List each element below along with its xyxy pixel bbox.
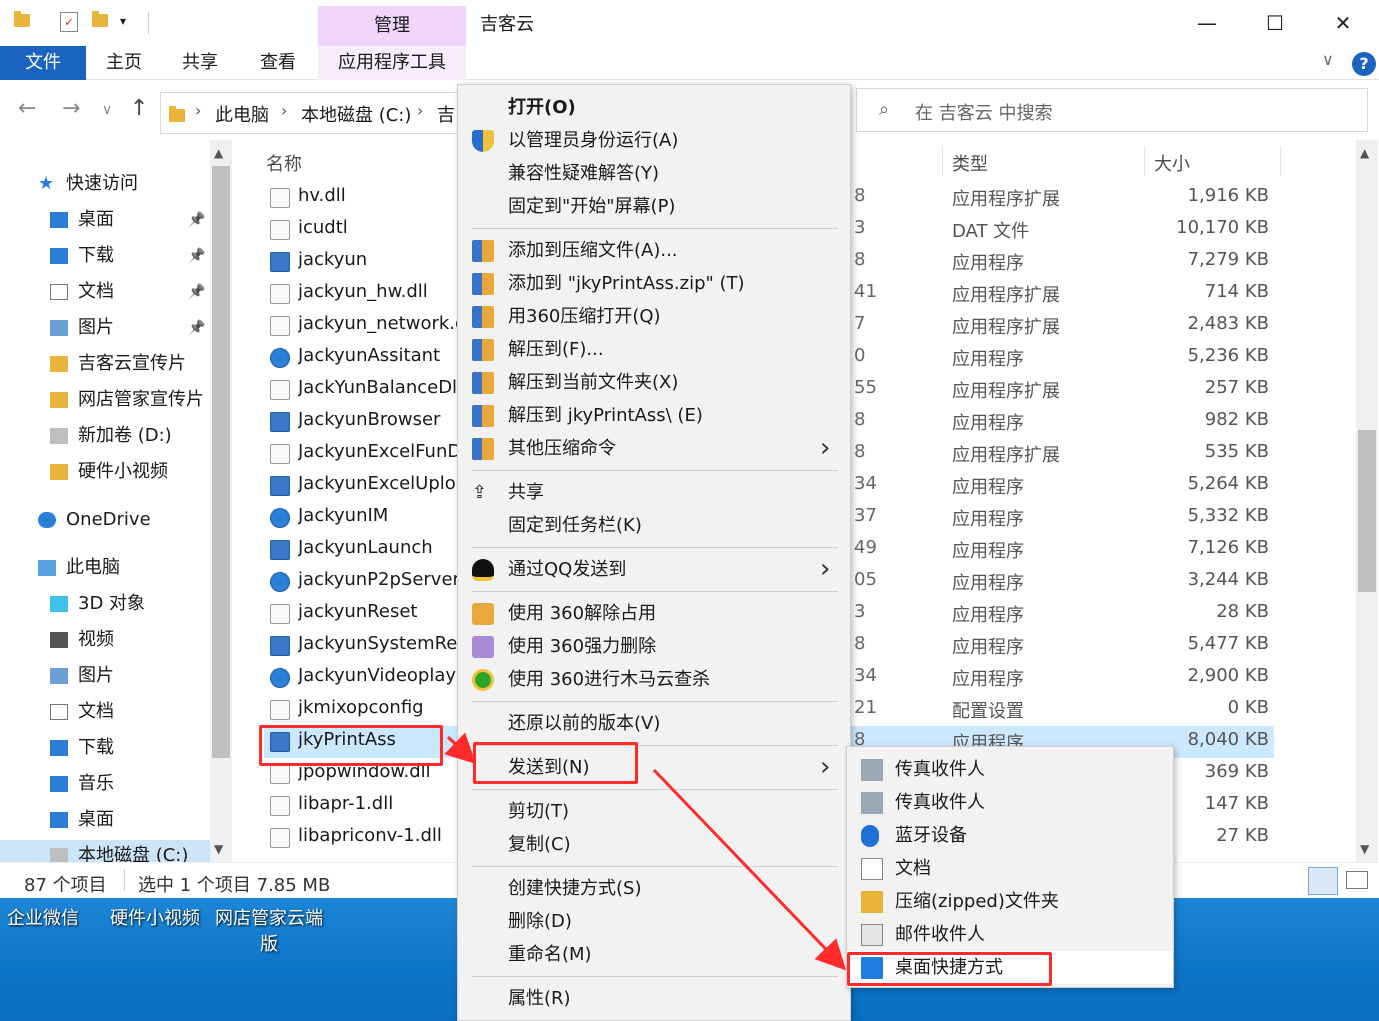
annotation-arrows [444, 732, 847, 971]
annotation-arrow-1 [444, 732, 477, 765]
annotation-arrow-2 [652, 768, 847, 971]
